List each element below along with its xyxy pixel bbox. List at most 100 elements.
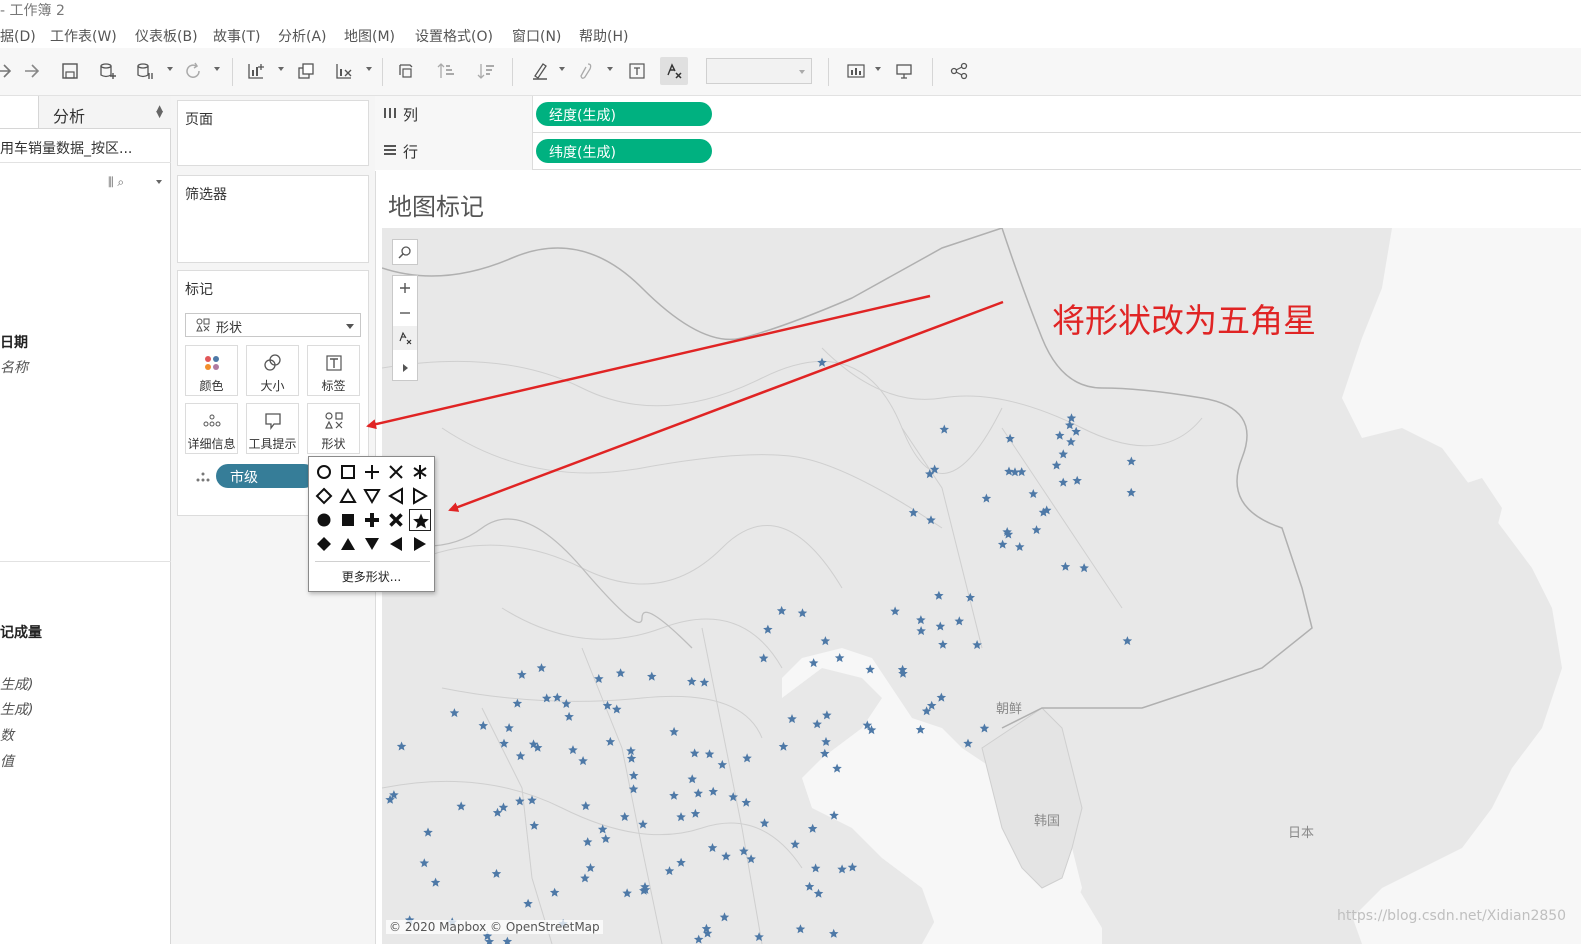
fix-axes-icon[interactable] — [660, 57, 688, 85]
map-mark-star[interactable] — [396, 741, 407, 751]
map-mark-star[interactable] — [456, 801, 466, 811]
map-mark-star[interactable] — [997, 539, 1008, 549]
measure-field[interactable]: 值 — [0, 751, 14, 771]
map-mark-star[interactable] — [719, 912, 730, 922]
map-mark-star[interactable] — [515, 751, 526, 761]
map-mark-star[interactable] — [552, 692, 563, 702]
tab-analysis[interactable]: 分析 ▲ ▼ — [38, 96, 171, 129]
map-mark-star[interactable] — [504, 723, 514, 733]
map-mark-star[interactable] — [963, 738, 973, 748]
map-mark-star[interactable] — [542, 693, 552, 703]
expand-toolbar-icon[interactable] — [393, 356, 417, 380]
map-mark-star[interactable] — [817, 357, 827, 367]
map-mark-star[interactable] — [430, 877, 441, 887]
fit-select[interactable] — [706, 58, 812, 84]
shape-button[interactable]: 形状 — [307, 403, 360, 454]
map-mark-star[interactable] — [972, 640, 982, 650]
rows-shelf[interactable]: 行 纬度(生成) — [375, 133, 1581, 170]
map-mark-star[interactable] — [536, 663, 547, 673]
map-mark-star[interactable] — [916, 615, 926, 625]
map-mark-star[interactable] — [898, 668, 908, 678]
columns-shelf[interactable]: 列 经度(生成) — [375, 96, 1581, 133]
map-mark-star[interactable] — [1055, 430, 1065, 440]
filters-card[interactable]: 筛选器 — [177, 175, 369, 263]
show-me-icon[interactable] — [842, 57, 870, 85]
shape-option-star-filled[interactable] — [409, 509, 431, 531]
map-mark-star[interactable] — [936, 692, 947, 702]
new-datasource-icon[interactable] — [94, 57, 122, 85]
map-mark-star[interactable] — [693, 788, 704, 798]
map-mark-star[interactable] — [795, 924, 806, 934]
menu-analysis[interactable]: 分析(A) — [278, 26, 327, 46]
measure-field[interactable]: 生成) — [0, 699, 33, 719]
map-mark-star[interactable] — [581, 801, 591, 811]
marks-pill-city[interactable]: 市级 — [216, 464, 316, 488]
shape-option-cross[interactable] — [385, 461, 407, 483]
map-mark-star[interactable] — [739, 846, 749, 856]
map-mark-star[interactable] — [804, 881, 815, 891]
map-mark-star[interactable] — [515, 796, 525, 806]
map-mark-star[interactable] — [787, 714, 797, 724]
map-mark-star[interactable] — [620, 812, 630, 821]
map-mark-star[interactable] — [1122, 636, 1133, 646]
tab-data[interactable] — [0, 96, 38, 129]
map-mark-star[interactable] — [1058, 477, 1069, 487]
map-mark-star[interactable] — [689, 748, 700, 758]
map-mark-star[interactable] — [629, 770, 639, 780]
shape-option-triangle-down-filled[interactable] — [361, 533, 383, 555]
menu-dashboard[interactable]: 仪表板(B) — [135, 26, 198, 46]
map-mark-star[interactable] — [527, 795, 537, 805]
map-mark-star[interactable] — [834, 653, 845, 663]
map-mark-star[interactable] — [742, 753, 752, 763]
map-mark-star[interactable] — [915, 724, 926, 734]
group-icon[interactable] — [572, 57, 600, 85]
map-mark-star[interactable] — [423, 827, 433, 837]
map-mark-star[interactable] — [676, 812, 686, 822]
longitude-pill[interactable]: 经度(生成) — [536, 102, 712, 126]
map-mark-star[interactable] — [1066, 437, 1076, 446]
map-mark-star[interactable] — [669, 790, 679, 800]
map-mark-star[interactable] — [926, 700, 937, 710]
refresh-icon[interactable] — [179, 57, 207, 85]
shape-option-circle-filled[interactable] — [313, 509, 335, 531]
map-mark-star[interactable] — [1051, 460, 1062, 470]
map-mark-star[interactable] — [578, 756, 588, 766]
menu-story[interactable]: 故事(T) — [213, 26, 260, 46]
zoom-out-icon[interactable] — [393, 301, 417, 325]
map-mark-star[interactable] — [549, 887, 560, 897]
map-mark-star[interactable] — [981, 493, 992, 503]
map-mark-star[interactable] — [502, 936, 513, 944]
measure-field[interactable]: 记成量 — [0, 622, 42, 642]
map-mark-star[interactable] — [865, 664, 875, 674]
mark-type-dropdown[interactable]: 形状 — [185, 313, 361, 337]
map-mark-star[interactable] — [1058, 449, 1069, 459]
map-mark-star[interactable] — [1005, 433, 1015, 443]
map-mark-star[interactable] — [580, 873, 590, 883]
shape-option-square-outline[interactable] — [337, 461, 359, 483]
latitude-pill[interactable]: 纬度(生成) — [536, 139, 712, 163]
map-mark-star[interactable] — [820, 636, 831, 646]
sort-descending-icon[interactable] — [472, 57, 500, 85]
map-mark-star[interactable] — [626, 746, 636, 756]
map-mark-star[interactable] — [837, 864, 847, 874]
map-mark-star[interactable] — [1028, 489, 1039, 498]
map-mark-star[interactable] — [810, 863, 821, 873]
swap-icon[interactable] — [392, 57, 420, 85]
shape-option-cross-filled[interactable] — [385, 509, 407, 531]
measure-field[interactable]: 生成) — [0, 674, 33, 694]
shape-option-plus-filled[interactable] — [361, 509, 383, 531]
map-mark-star[interactable] — [498, 802, 509, 812]
map-mark-star[interactable] — [693, 934, 704, 944]
map-mark-star[interactable] — [763, 624, 773, 634]
map-mark-star[interactable] — [704, 749, 715, 759]
map-mark-star[interactable] — [687, 774, 698, 784]
map-mark-star[interactable] — [699, 677, 710, 687]
map-mark-star[interactable] — [938, 639, 948, 649]
map-mark-star[interactable] — [778, 741, 789, 751]
map-mark-star[interactable] — [821, 736, 831, 746]
map-mark-star[interactable] — [808, 658, 819, 668]
map-mark-star[interactable] — [529, 820, 540, 830]
map-mark-star[interactable] — [934, 590, 944, 600]
menu-window[interactable]: 窗口(N) — [512, 26, 561, 46]
measure-field[interactable]: 数 — [0, 725, 14, 745]
